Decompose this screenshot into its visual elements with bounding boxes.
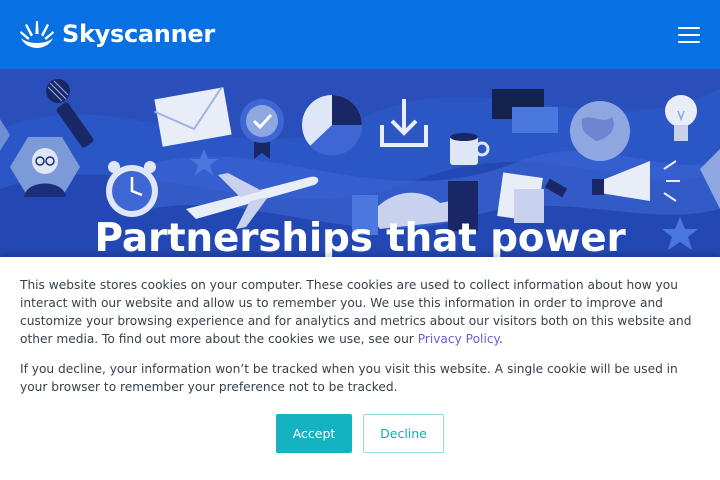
menu-button[interactable] <box>672 22 706 48</box>
coffee-cup-icon <box>450 133 490 165</box>
cookie-notice-text: This website stores cookies on your comp… <box>20 276 700 348</box>
site-header: Skyscanner <box>0 0 720 69</box>
hamburger-menu-icon <box>678 27 700 29</box>
accept-button[interactable]: Accept <box>276 414 352 453</box>
globe-icon <box>570 101 630 161</box>
hero-title: Partnerships that power <box>94 216 626 258</box>
hero-banner: Partnerships that power <box>0 69 720 257</box>
cookie-consent-banner: This website stores cookies on your comp… <box>0 257 720 480</box>
sunrise-icon <box>20 21 54 48</box>
decline-button[interactable]: Decline <box>363 414 444 453</box>
alarm-clock-icon <box>106 161 158 217</box>
lightbulb-icon <box>665 95 697 141</box>
hamburger-line <box>678 41 700 43</box>
skyscanner-logo[interactable]: Skyscanner <box>20 18 215 50</box>
cookie-notice-end: . <box>499 332 503 346</box>
decline-notice-text: If you decline, your information won’t b… <box>20 362 678 394</box>
hamburger-line <box>678 34 700 36</box>
award-badge-icon <box>240 99 284 159</box>
privacy-policy-link[interactable]: Privacy Policy <box>418 332 499 346</box>
cookie-notice-body: This website stores cookies on your comp… <box>20 278 692 346</box>
pie-chart-icon <box>302 95 363 156</box>
logo-text: Skyscanner <box>62 20 215 48</box>
